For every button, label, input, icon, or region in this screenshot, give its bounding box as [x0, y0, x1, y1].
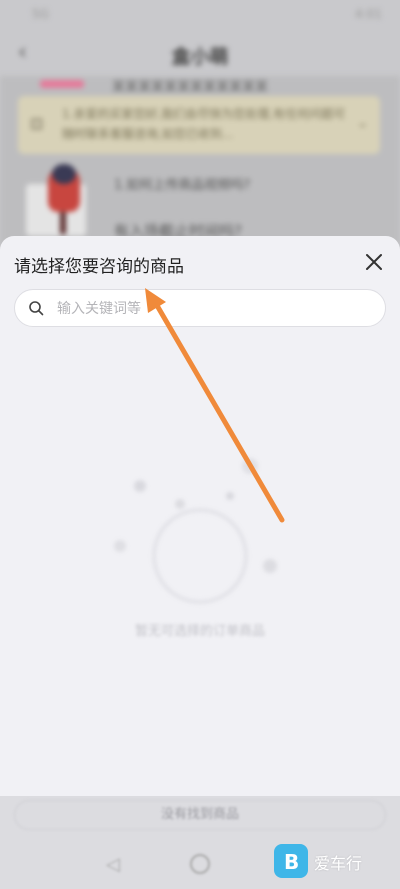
notice-text: 1.亲爱的买家您好,我们会尽快为您处理,有任何问题可随时联系客服咨询,如您已收到… — [62, 107, 346, 141]
tag-badge — [40, 80, 84, 88]
status-time: 4:01 — [355, 7, 382, 21]
chevron-down-icon[interactable]: ⌄ — [357, 116, 368, 131]
figure-leg — [60, 212, 66, 234]
figure-head — [52, 164, 76, 184]
search-icon — [28, 300, 44, 316]
app-header: ‹ 盒小萌 — [0, 30, 400, 76]
watermark: B 爱车行 — [274, 842, 400, 884]
previous-message: 某某某某某某某某某某某某 — [112, 80, 269, 95]
notice-banner[interactable]: ⊡ 1.亲爱的买家您好,我们会尽快为您处理,有任何问题可随时联系客服咨询,如您已… — [18, 96, 380, 154]
status-bar: 5G 4:01 — [0, 0, 400, 30]
close-icon[interactable] — [362, 250, 386, 274]
status-network: 5G — [32, 7, 49, 21]
screen: 5G 4:01 ‹ 盒小萌 某某某某某某某某某某某某 ⊡ 1.亲爱的买家您好,我… — [0, 0, 400, 889]
search-input[interactable] — [55, 290, 379, 328]
svg-text:B: B — [284, 850, 299, 874]
no-product-found-button[interactable]: 没有找到商品 — [14, 800, 386, 830]
info-icon: ⊡ — [30, 114, 44, 133]
sheet-title: 请选择您要咨询的商品 — [14, 257, 184, 277]
faq-question-1[interactable]: 1.如何上传商品视频吗? — [114, 174, 250, 193]
product-thumbnail — [22, 164, 98, 246]
nav-back-icon[interactable]: ◁ — [106, 854, 120, 875]
chat-area: 某某某某某某某某某某某某 ⊡ 1.亲爱的买家您好,我们会尽快为您处理,有任何问题… — [0, 76, 400, 246]
page-title: 盒小萌 — [171, 46, 229, 68]
empty-state-illustration — [80, 446, 320, 646]
search-field[interactable] — [14, 289, 386, 328]
product-picker-sheet: 请选择您要咨询的商品 输入关键词等 暂无可选择的订单商品 — [0, 236, 400, 796]
empty-state-text: 暂无可选择的订单商品 — [134, 624, 265, 639]
watermark-text: 爱车行 — [314, 854, 363, 873]
nav-home-icon[interactable] — [190, 854, 210, 874]
watermark-logo-icon: B — [274, 844, 308, 878]
